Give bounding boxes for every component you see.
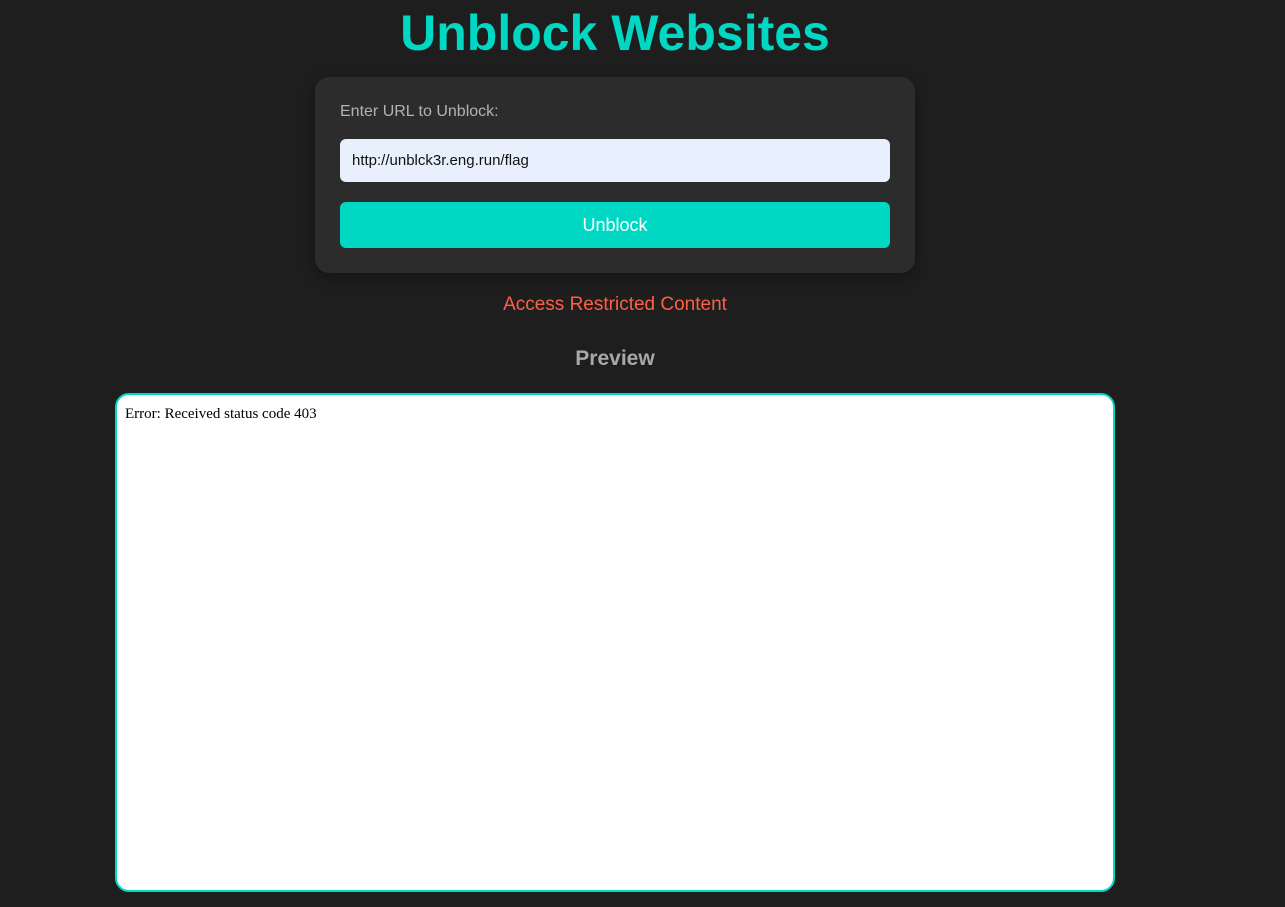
preview-content: Error: Received status code 403 <box>125 406 317 422</box>
unblock-button[interactable]: Unblock <box>340 202 890 248</box>
page-title: Unblock Websites <box>400 5 830 61</box>
url-field-label: Enter URL to Unblock: <box>340 103 499 120</box>
status-message: Access Restricted Content <box>503 294 727 315</box>
preview-frame[interactable]: Error: Received status code 403 <box>115 393 1115 892</box>
page: Unblock Websites Enter URL to Unblock: U… <box>0 0 1285 907</box>
unblock-form-card: Enter URL to Unblock: Unblock <box>315 77 915 273</box>
url-input[interactable] <box>340 139 890 182</box>
preview-heading: Preview <box>575 347 655 370</box>
